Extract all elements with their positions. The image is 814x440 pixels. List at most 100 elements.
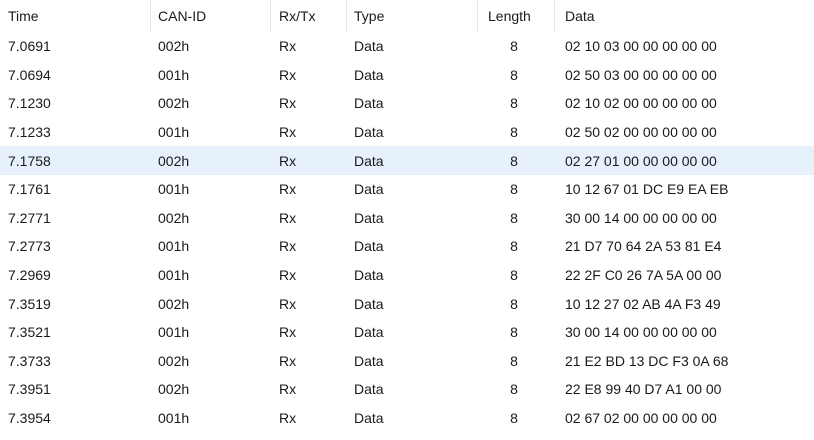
cell-type: Data — [354, 66, 384, 83]
cell-can-id: 001h — [158, 238, 190, 255]
column-separator[interactable] — [477, 0, 478, 32]
table-row[interactable]: 7.1230 002h Rx Data 8 02 10 02 00 00 00 00 00 — [0, 89, 814, 118]
cell-time: 7.1233 — [8, 124, 51, 141]
column-separator[interactable] — [150, 0, 151, 32]
cell-rx-tx: Rx — [279, 381, 297, 398]
cell-can-id: 002h — [158, 95, 190, 112]
cell-data: 02 50 03 00 00 00 00 00 — [565, 66, 717, 83]
cell-rx-tx: Rx — [279, 38, 297, 55]
cell-length: 8 — [510, 66, 518, 83]
cell-data: 02 27 01 00 00 00 00 00 — [565, 152, 717, 169]
cell-rx-tx: Rx — [279, 410, 297, 427]
table-row[interactable]: 7.2771 002h Rx Data 8 30 00 14 00 00 00 00 00 — [0, 204, 814, 233]
cell-time: 7.3519 — [8, 295, 51, 312]
cell-length: 8 — [510, 295, 518, 312]
cell-type: Data — [354, 38, 384, 55]
table-row[interactable]: 7.1233 001h Rx Data 8 02 50 02 00 00 00 00 00 — [0, 118, 814, 147]
cell-can-id: 001h — [158, 324, 190, 341]
cell-type: Data — [354, 267, 384, 284]
table-row[interactable]: 7.0691 002h Rx Data 8 02 10 03 00 00 00 00 00 — [0, 32, 814, 61]
cell-data: 02 67 02 00 00 00 00 00 — [565, 410, 717, 427]
cell-data: 02 10 03 00 00 00 00 00 — [565, 38, 717, 55]
cell-type: Data — [354, 181, 384, 198]
cell-type: Data — [354, 324, 384, 341]
cell-rx-tx: Rx — [279, 324, 297, 341]
cell-data: 02 50 02 00 00 00 00 00 — [565, 124, 717, 141]
cell-rx-tx: Rx — [279, 66, 297, 83]
cell-time: 7.1761 — [8, 181, 51, 198]
cell-time: 7.2773 — [8, 238, 51, 255]
cell-can-id: 001h — [158, 124, 190, 141]
cell-type: Data — [354, 95, 384, 112]
cell-length: 8 — [510, 124, 518, 141]
cell-can-id: 002h — [158, 352, 190, 369]
cell-data: 02 10 02 00 00 00 00 00 — [565, 95, 717, 112]
table-row[interactable]: 7.0694 001h Rx Data 8 02 50 03 00 00 00 00 00 — [0, 61, 814, 90]
cell-can-id: 002h — [158, 209, 190, 226]
cell-length: 8 — [510, 209, 518, 226]
cell-data: 30 00 14 00 00 00 00 00 — [565, 209, 717, 226]
cell-time: 7.1758 — [8, 152, 51, 169]
column-separator[interactable] — [346, 0, 347, 32]
table-row[interactable]: 7.3519 002h Rx Data 8 10 12 27 02 AB 4A F3 49 — [0, 289, 814, 318]
cell-data: 22 E8 99 40 D7 A1 00 00 — [565, 381, 722, 398]
cell-rx-tx: Rx — [279, 295, 297, 312]
cell-rx-tx: Rx — [279, 209, 297, 226]
cell-can-id: 002h — [158, 381, 190, 398]
cell-length: 8 — [510, 381, 518, 398]
cell-type: Data — [354, 410, 384, 427]
cell-can-id: 001h — [158, 181, 190, 198]
cell-length: 8 — [510, 152, 518, 169]
table-row[interactable]: 7.3951 002h Rx Data 8 22 E8 99 40 D7 A1 00 00 — [0, 375, 814, 404]
cell-time: 7.3954 — [8, 410, 51, 427]
column-header-length[interactable]: Length — [488, 0, 548, 32]
column-header-data[interactable]: Data — [565, 0, 814, 32]
column-header-rx-tx[interactable]: Rx/Tx — [279, 0, 345, 32]
column-header-time[interactable]: Time — [8, 0, 148, 32]
cell-type: Data — [354, 381, 384, 398]
column-separator[interactable] — [554, 0, 555, 32]
table-row[interactable]: 7.1761 001h Rx Data 8 10 12 67 01 DC E9 EA EB — [0, 175, 814, 204]
can-trace-table: Time CAN-ID Rx/Tx Type Length Data 7.069… — [0, 0, 814, 440]
cell-can-id: 002h — [158, 295, 190, 312]
cell-can-id: 001h — [158, 267, 190, 284]
cell-length: 8 — [510, 352, 518, 369]
cell-data: 21 D7 70 64 2A 53 81 E4 — [565, 238, 722, 255]
table-row[interactable]: 7.2773 001h Rx Data 8 21 D7 70 64 2A 53 81 E4 — [0, 232, 814, 261]
cell-data: 22 2F C0 26 7A 5A 00 00 — [565, 267, 722, 284]
table-row[interactable]: 7.3954 001h Rx Data 8 02 67 02 00 00 00 00 00 — [0, 404, 814, 433]
table-row[interactable]: 7.3521 001h Rx Data 8 30 00 14 00 00 00 00 00 — [0, 318, 814, 347]
cell-time: 7.3521 — [8, 324, 51, 341]
table-row[interactable]: 7.1758 002h Rx Data 8 02 27 01 00 00 00 00 00 — [0, 146, 814, 175]
cell-rx-tx: Rx — [279, 95, 297, 112]
cell-time: 7.3733 — [8, 352, 51, 369]
cell-data: 10 12 27 02 AB 4A F3 49 — [565, 295, 721, 312]
table-row[interactable]: 7.2969 001h Rx Data 8 22 2F C0 26 7A 5A 00 00 — [0, 261, 814, 290]
cell-length: 8 — [510, 95, 518, 112]
cell-rx-tx: Rx — [279, 152, 297, 169]
cell-rx-tx: Rx — [279, 238, 297, 255]
cell-length: 8 — [510, 38, 518, 55]
cell-type: Data — [354, 295, 384, 312]
cell-type: Data — [354, 124, 384, 141]
cell-length: 8 — [510, 267, 518, 284]
cell-time: 7.2771 — [8, 209, 51, 226]
cell-length: 8 — [510, 410, 518, 427]
cell-can-id: 001h — [158, 410, 190, 427]
cell-rx-tx: Rx — [279, 124, 297, 141]
cell-length: 8 — [510, 181, 518, 198]
cell-type: Data — [354, 238, 384, 255]
column-header-can-id[interactable]: CAN-ID — [158, 0, 268, 32]
table-row[interactable]: 7.3733 002h Rx Data 8 21 E2 BD 13 DC F3 0A 68 — [0, 347, 814, 376]
cell-data: 30 00 14 00 00 00 00 00 — [565, 324, 717, 341]
cell-can-id: 002h — [158, 38, 190, 55]
cell-time: 7.3951 — [8, 381, 51, 398]
cell-time: 7.1230 — [8, 95, 51, 112]
cell-length: 8 — [510, 238, 518, 255]
column-separator[interactable] — [270, 0, 271, 32]
cell-time: 7.2969 — [8, 267, 51, 284]
cell-rx-tx: Rx — [279, 267, 297, 284]
cell-can-id: 002h — [158, 152, 190, 169]
column-header-type[interactable]: Type — [354, 0, 474, 32]
cell-rx-tx: Rx — [279, 352, 297, 369]
